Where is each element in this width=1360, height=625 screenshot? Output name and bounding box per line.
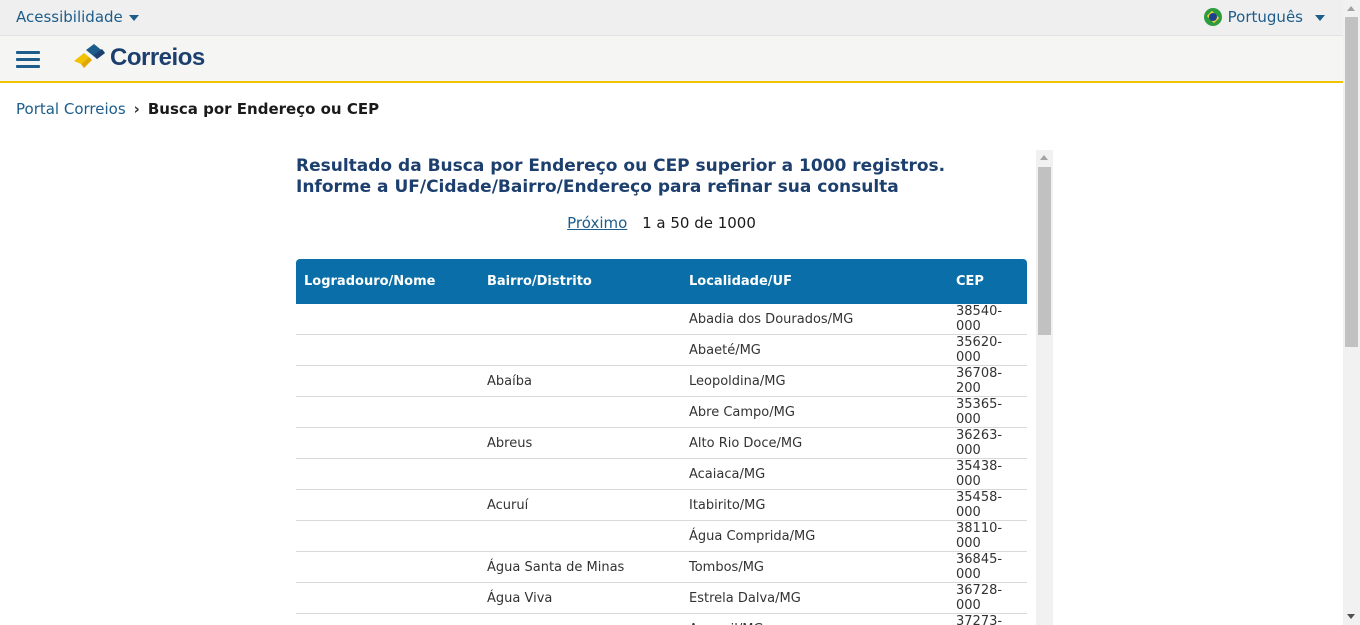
column-header-logradouro: Logradouro/Nome xyxy=(296,259,479,304)
table-row: Água Comprida/MG 38110-000 xyxy=(296,520,1027,552)
accessibility-dropdown[interactable]: Acessibilidade xyxy=(16,8,139,26)
brazil-flag-icon xyxy=(1203,8,1222,26)
cell-cep: 38110-000 xyxy=(948,520,1027,552)
cell-logradouro xyxy=(296,458,479,490)
column-header-cep: CEP xyxy=(948,259,1027,304)
next-page-link[interactable]: Próximo xyxy=(567,214,627,232)
cell-bairro: Acuruí xyxy=(479,489,681,521)
table-row: Abre Campo/MG 35365-000 xyxy=(296,396,1027,428)
cell-cep: 38540-000 xyxy=(948,304,1027,335)
table-row: Acaiaca/MG 35438-000 xyxy=(296,458,1027,490)
cell-cep: 35438-000 xyxy=(948,458,1027,490)
cell-logradouro xyxy=(296,520,479,552)
breadcrumb-current: Busca por Endereço ou CEP xyxy=(147,100,380,118)
cell-cep: 35365-000 xyxy=(948,396,1027,428)
table-row: Abreus Alto Rio Doce/MG 36263-000 xyxy=(296,427,1027,459)
cell-logradouro xyxy=(296,551,479,583)
cell-logradouro xyxy=(296,334,479,366)
results-scrollbar[interactable] xyxy=(1036,150,1053,625)
cell-localidade: Leopoldina/MG xyxy=(681,365,948,397)
cell-logradouro xyxy=(296,582,479,614)
cell-bairro: Abaíba xyxy=(479,365,681,397)
table-header-row: Logradouro/Nome Bairro/Distrito Localida… xyxy=(296,259,1027,304)
cell-localidade: Alto Rio Doce/MG xyxy=(681,427,948,459)
scrollbar-thumb[interactable] xyxy=(1345,17,1358,347)
cell-logradouro xyxy=(296,396,479,428)
result-title-line2: Informe a UF/Cidade/Bairro/Endereço para… xyxy=(296,177,899,197)
cell-cep: 36728-000 xyxy=(948,582,1027,614)
main-header: Correios xyxy=(0,36,1343,83)
cell-bairro: Abreus xyxy=(479,427,681,459)
result-title-line1: Resultado da Busca por Endereço ou CEP s… xyxy=(296,156,946,176)
cell-bairro xyxy=(479,334,681,366)
results-table: Logradouro/Nome Bairro/Distrito Localida… xyxy=(296,259,1027,625)
cell-localidade: Aguanil/MG xyxy=(681,613,948,625)
scrollbar-thumb[interactable] xyxy=(1038,167,1051,335)
language-dropdown[interactable]: Português xyxy=(1203,8,1325,26)
cell-cep: 35620-000 xyxy=(948,334,1027,366)
table-row: Aguanil/MG37273-000 xyxy=(296,613,1027,625)
breadcrumb-separator: › xyxy=(133,100,140,118)
cell-cep: 37273-000 xyxy=(948,613,1027,625)
cell-logradouro xyxy=(296,489,479,521)
chevron-down-icon xyxy=(1315,15,1325,21)
result-title: Resultado da Busca por Endereço ou CEP s… xyxy=(296,156,996,198)
cell-cep: 36845-000 xyxy=(948,551,1027,583)
cell-localidade: Abadia dos Dourados/MG xyxy=(681,304,948,335)
table-row: Acuruí Itabirito/MG 35458-000 xyxy=(296,489,1027,521)
cell-localidade: Água Comprida/MG xyxy=(681,520,948,552)
page-range: 1 a 50 de 1000 xyxy=(642,214,756,232)
column-header-bairro: Bairro/Distrito xyxy=(479,259,681,304)
cell-logradouro xyxy=(296,365,479,397)
scroll-down-arrow-icon[interactable] xyxy=(1347,614,1355,619)
table-row: Água Santa de Minas Tombos/MG 36845-000 xyxy=(296,551,1027,583)
cell-cep: 36263-000 xyxy=(948,427,1027,459)
cell-logradouro xyxy=(296,304,479,335)
scroll-up-arrow-icon[interactable] xyxy=(1040,155,1048,160)
cell-bairro: Água Viva xyxy=(479,582,681,614)
table-row: Abaeté/MG 35620-000 xyxy=(296,334,1027,366)
table-row: Abadia dos Dourados/MG 38540-000 xyxy=(296,304,1027,335)
chevron-down-icon xyxy=(128,15,139,21)
cell-logradouro xyxy=(296,613,479,625)
breadcrumb: Portal Correios › Busca por Endereço ou … xyxy=(16,100,379,118)
cell-localidade: Abaeté/MG xyxy=(681,334,948,366)
cell-logradouro xyxy=(296,427,479,459)
cell-bairro: Água Santa de Minas xyxy=(479,551,681,583)
pagination: Próximo 1 a 50 de 1000 xyxy=(296,214,1027,232)
result-panel: Resultado da Busca por Endereço ou CEP s… xyxy=(296,150,1054,625)
logo-text: Correios xyxy=(110,44,205,71)
language-label: Português xyxy=(1227,8,1303,26)
accessibility-label: Acessibilidade xyxy=(16,8,123,26)
top-utility-bar: Acessibilidade Português xyxy=(0,0,1343,36)
scroll-up-arrow-icon[interactable] xyxy=(1347,6,1355,11)
cell-bairro xyxy=(479,458,681,490)
page-scrollbar[interactable] xyxy=(1343,0,1360,625)
cell-bairro xyxy=(479,304,681,335)
cell-localidade: Acaiaca/MG xyxy=(681,458,948,490)
cell-cep: 36708-200 xyxy=(948,365,1027,397)
cell-bairro xyxy=(479,396,681,428)
table-row: Abaíba Leopoldina/MG 36708-200 xyxy=(296,365,1027,397)
cell-cep: 35458-000 xyxy=(948,489,1027,521)
correios-logo[interactable]: Correios xyxy=(72,44,205,72)
cell-localidade: Itabirito/MG xyxy=(681,489,948,521)
breadcrumb-home-link[interactable]: Portal Correios xyxy=(16,100,126,118)
cell-localidade: Abre Campo/MG xyxy=(681,396,948,428)
table-row: Água Viva Estrela Dalva/MG 36728-000 xyxy=(296,582,1027,614)
column-header-localidade: Localidade/UF xyxy=(681,259,948,304)
cell-localidade: Tombos/MG xyxy=(681,551,948,583)
cell-localidade: Estrela Dalva/MG xyxy=(681,582,948,614)
cell-bairro xyxy=(479,520,681,552)
cell-bairro xyxy=(479,613,681,625)
correios-logo-icon xyxy=(74,44,105,68)
hamburger-menu-icon[interactable] xyxy=(16,51,40,69)
